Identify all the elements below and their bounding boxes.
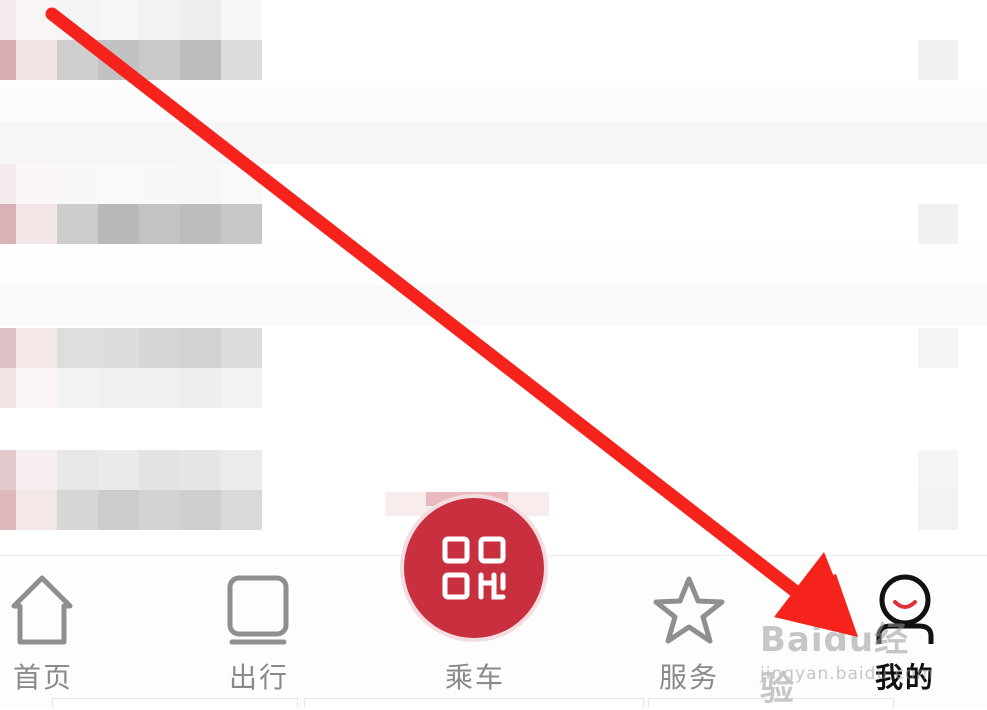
home-icon [11,575,73,645]
tab-mine[interactable]: 我的 [862,556,948,708]
tab-services-label: 服务 [658,661,719,694]
scan-ride-button[interactable] [404,498,544,638]
list-item[interactable] [0,0,987,80]
list-item[interactable] [0,164,987,244]
tab-travel[interactable]: 出行 [216,556,302,708]
tab-mine-label: 我的 [874,661,935,694]
tab-travel-label: 出行 [228,661,289,694]
star-icon [653,576,725,644]
tab-services[interactable]: 服务 [646,556,732,708]
tab-home-label: 首页 [12,661,73,694]
tab-ride-label: 乘车 [444,661,505,694]
list-item[interactable] [0,328,987,408]
user-icon [876,574,934,644]
tablet-icon [227,575,289,645]
content-list [0,0,987,555]
tab-home[interactable]: 首页 [0,556,86,708]
qr-code-icon [442,536,506,600]
